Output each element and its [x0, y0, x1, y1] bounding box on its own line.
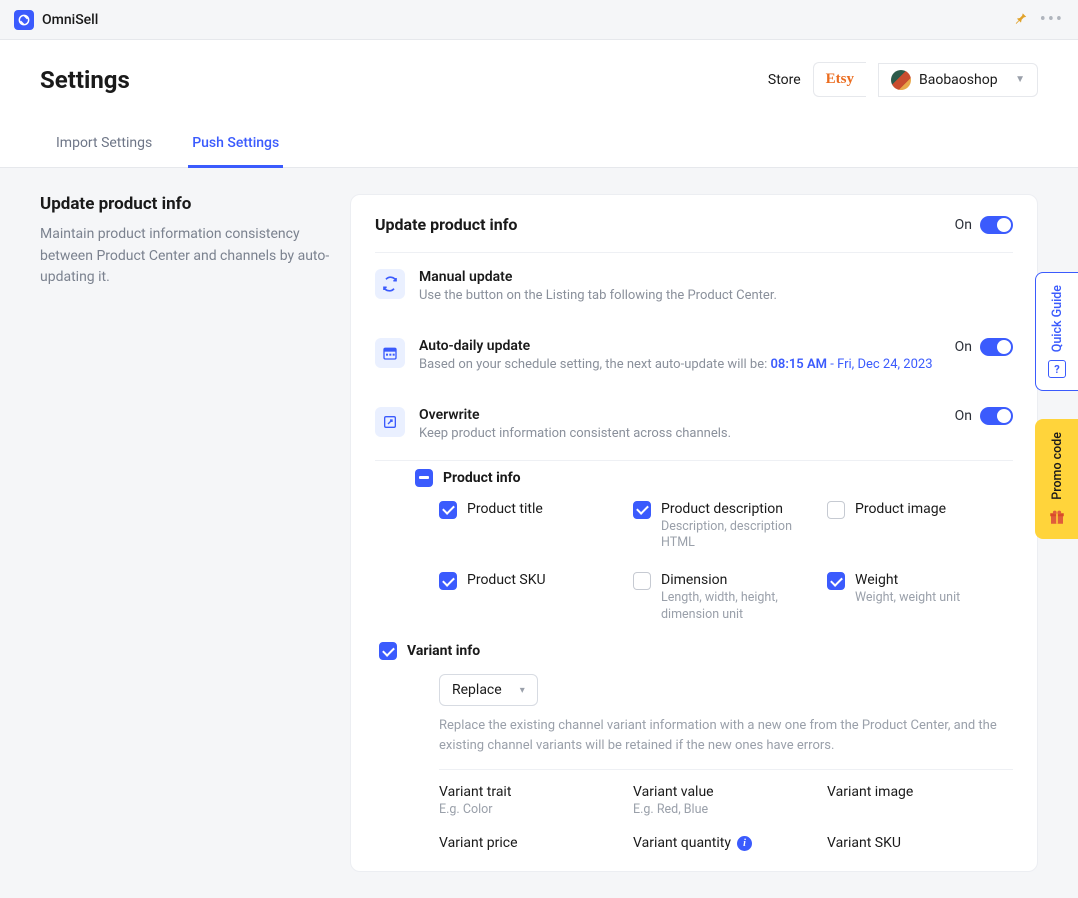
help-icon: ? — [1048, 360, 1066, 378]
variant-info-label: Variant info — [407, 643, 480, 659]
field-product-title[interactable]: Product title — [439, 501, 625, 553]
section-description: Update product info Maintain product inf… — [40, 194, 330, 872]
section-subtitle: Maintain product information consistency… — [40, 224, 330, 289]
app-name: OmniSell — [42, 12, 98, 28]
toggle-switch-icon — [980, 407, 1013, 425]
tab-import-settings[interactable]: Import Settings — [52, 125, 156, 168]
topbar-actions: ••• — [1014, 9, 1064, 30]
store-dropdown[interactable]: Baobaoshop ▼ — [878, 63, 1038, 97]
product-info-label: Product info — [443, 470, 521, 486]
field-product-description[interactable]: Product description Description, descrip… — [633, 501, 819, 553]
auto-update-section: Auto-daily update Based on your schedule… — [375, 322, 1013, 391]
tab-push-settings[interactable]: Push Settings — [188, 125, 283, 168]
card-title: Update product info — [375, 215, 517, 234]
checkbox-icon — [439, 501, 457, 519]
gift-icon — [1048, 508, 1066, 526]
overwrite-title: Overwrite — [419, 407, 941, 423]
page-title: Settings — [40, 66, 130, 94]
chevron-down-icon: ▼ — [1015, 74, 1025, 85]
variant-trait: Variant trait E.g. Color — [439, 784, 625, 817]
tabs: Import Settings Push Settings — [52, 125, 1038, 167]
calendar-icon — [375, 338, 405, 368]
section-title: Update product info — [40, 194, 330, 214]
toggle-switch-icon — [980, 338, 1013, 356]
content: Update product info Maintain product inf… — [0, 168, 1078, 898]
manual-title: Manual update — [419, 269, 1013, 285]
overwrite-toggle[interactable]: On — [955, 407, 1013, 425]
quick-guide-tab[interactable]: Quick Guide ? — [1035, 272, 1078, 391]
next-update-date: Fri, Dec 24, 2023 — [837, 357, 932, 372]
info-icon[interactable]: i — [737, 836, 752, 851]
indeterminate-checkbox-icon[interactable] — [415, 469, 433, 487]
overwrite-desc: Keep product information consistent acro… — [419, 425, 941, 444]
toggle-switch-icon — [980, 216, 1013, 234]
refresh-icon — [375, 269, 405, 299]
variant-mode-select[interactable]: Replace ▾ — [439, 674, 538, 706]
field-product-image[interactable]: Product image — [827, 501, 1013, 553]
overwrite-section: Overwrite Keep product information consi… — [375, 391, 1013, 461]
header: Settings Store Etsy Baobaoshop ▼ Import … — [0, 40, 1078, 168]
variant-quantity: Variant quantityi — [633, 835, 819, 851]
store-selector: Store Etsy Baobaoshop ▼ — [768, 62, 1038, 97]
auto-desc: Based on your schedule setting, the next… — [419, 356, 941, 375]
variant-note: Replace the existing channel variant inf… — [439, 716, 1013, 755]
more-icon[interactable]: ••• — [1040, 9, 1064, 30]
pin-icon[interactable] — [1014, 10, 1028, 30]
main-toggle[interactable]: On — [955, 216, 1013, 234]
manual-desc: Use the button on the Listing tab follow… — [419, 287, 1013, 306]
auto-toggle[interactable]: On — [955, 338, 1013, 356]
checkbox-icon[interactable] — [379, 642, 397, 660]
app-logo-icon — [14, 10, 34, 30]
field-product-sku[interactable]: Product SKU — [439, 572, 625, 624]
chevron-down-icon: ▾ — [520, 685, 525, 696]
store-name: Baobaoshop — [919, 72, 998, 88]
variant-info-group: Variant info Replace ▾ Replace the exist… — [375, 642, 1013, 851]
variant-image: Variant image — [827, 784, 1013, 817]
platform-badge: Etsy — [813, 62, 866, 97]
main-toggle-label: On — [955, 217, 972, 233]
variant-value: Variant value E.g. Red, Blue — [633, 784, 819, 817]
checkbox-icon — [633, 501, 651, 519]
promo-code-tab[interactable]: Promo code — [1035, 419, 1078, 539]
field-dimension[interactable]: Dimension Length, width, height, dimensi… — [633, 572, 819, 624]
settings-card: Update product info On Manual update Use… — [350, 194, 1038, 872]
variant-sku: Variant SKU — [827, 835, 1013, 851]
store-label: Store — [768, 72, 801, 88]
overwrite-icon — [375, 407, 405, 437]
auto-title: Auto-daily update — [419, 338, 941, 354]
brand: OmniSell — [14, 10, 98, 30]
checkbox-icon — [827, 572, 845, 590]
field-weight[interactable]: Weight Weight, weight unit — [827, 572, 1013, 624]
product-info-group: Product info Product title Product descr… — [375, 469, 1013, 625]
checkbox-icon — [827, 501, 845, 519]
next-update-time: 08:15 AM — [770, 357, 827, 372]
variant-price: Variant price — [439, 835, 625, 851]
store-avatar-icon — [891, 70, 911, 90]
checkbox-icon — [633, 572, 651, 590]
checkbox-icon — [439, 572, 457, 590]
manual-update-section: Manual update Use the button on the List… — [375, 253, 1013, 322]
topbar: OmniSell ••• — [0, 0, 1078, 40]
